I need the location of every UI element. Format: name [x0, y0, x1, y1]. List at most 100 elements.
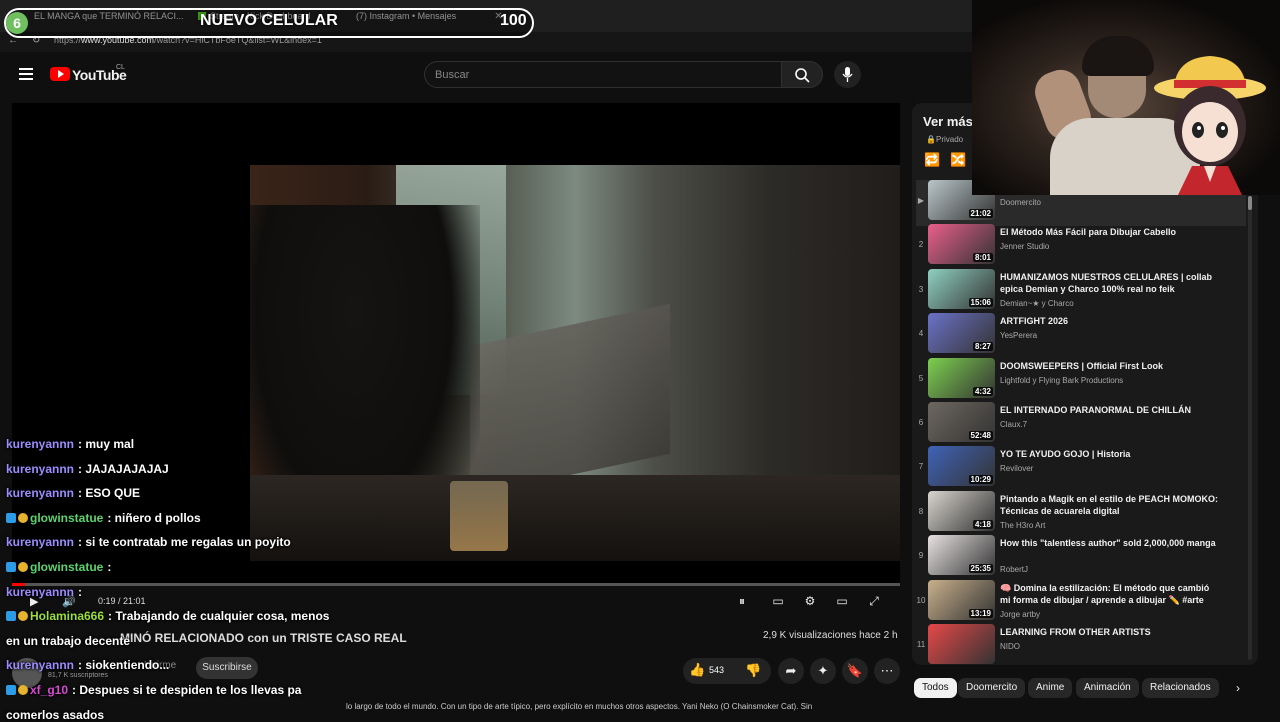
- search-input[interactable]: Buscar: [424, 61, 782, 88]
- playlist-index: 9: [918, 551, 924, 561]
- subscribe-button[interactable]: Suscribirse: [196, 657, 258, 679]
- share-icon[interactable]: ➦: [778, 658, 804, 684]
- vtuber-avatar: [1154, 56, 1266, 195]
- playlist-item-channel: Jorge artby: [1000, 609, 1041, 619]
- chip-0[interactable]: Todos: [914, 678, 957, 698]
- fullscreen-icon[interactable]: ⤢: [866, 594, 882, 608]
- video-time: 0:19 / 21:01: [98, 596, 146, 606]
- playlist-item-title: El Método Más Fácil para Dibujar Cabello: [1000, 227, 1177, 238]
- chat-username: glowinstatue: [30, 560, 104, 574]
- playlist-item[interactable]: 6 52:48 EL INTERNADO PARANORMAL DE CHILLÁN…: [916, 402, 1246, 448]
- search-icon: [795, 68, 810, 83]
- playlist-item-title: EL INTERNADO PARANORMAL DE CHILLÁN: [1000, 405, 1191, 415]
- chevron-right-icon[interactable]: ›: [1236, 681, 1240, 695]
- playlist-item-channel: YesPerera: [1000, 331, 1038, 341]
- playlist-item[interactable]: 10 13:19 🧠 Domina la estilización: El méto…: [916, 579, 1246, 626]
- chat-badge-icon: [6, 611, 16, 622]
- chat-text: :: [107, 560, 112, 574]
- playlist-item[interactable]: 3 15:06 HUMANIZAMOS NUESTROS CELULARES | c…: [916, 268, 1246, 315]
- video-duration: 10:29: [968, 475, 993, 485]
- chat-badge-icon: [18, 512, 28, 523]
- chat-badge-icon: [6, 562, 16, 572]
- like-icon[interactable]: 👍: [689, 662, 705, 678]
- chat-message: xf_g10: Despues si te despiden te los ll…: [6, 683, 301, 697]
- playlist-index: 4: [918, 329, 924, 339]
- goal-left-number: 6: [6, 12, 28, 34]
- playlist-item[interactable]: 9 25:35 How this "talentless author" sold …: [916, 535, 1246, 581]
- shuffle-icon[interactable]: 🔀: [950, 152, 966, 168]
- chip-3[interactable]: Animación: [1076, 678, 1139, 698]
- goal-right-number: 100: [500, 12, 527, 29]
- search-button[interactable]: [781, 61, 823, 88]
- chip-4[interactable]: Relacionados: [1142, 678, 1219, 698]
- voice-search-button[interactable]: [834, 61, 861, 88]
- playlist-item[interactable]: 11 LEARNING FROM OTHER ARTISTS NIDO: [916, 624, 1246, 670]
- video-duration: 21:02: [968, 209, 993, 218]
- playlist-item-channel: RobertJ: [1000, 565, 1029, 575]
- playlist-header: Ver más: [923, 114, 973, 129]
- sparkle-icon[interactable]: ✦: [810, 658, 836, 684]
- chat-username: kurenyannn: [6, 658, 75, 673]
- playlist-privacy: Privado: [936, 135, 964, 144]
- chat-message: kurenyannn:: [6, 585, 82, 599]
- playlist-index: ▶: [917, 196, 925, 205]
- chat-message: kurenyannn: siokentiendo...: [6, 658, 169, 672]
- chat-text: : Despues si te despiden te los llevas p…: [72, 683, 302, 697]
- playlist-item-title: Pintando a Magik en el estilo de PEACH M…: [1000, 493, 1219, 516]
- playlist-item[interactable]: 8 4:18 Pintando a Magik en el estilo de PE…: [916, 490, 1246, 537]
- theater-mode-icon[interactable]: ▭: [834, 594, 850, 608]
- playlist-item-title: DOOMSWEEPERS | Official First Look: [1000, 360, 1164, 371]
- chat-badge-icon: [6, 685, 16, 695]
- playlist-item-title: How this "talentless author" sold 2,000,…: [1000, 538, 1216, 549]
- like-count: 543: [709, 665, 725, 675]
- lock-icon: 🔒: [926, 135, 936, 144]
- playlist-item-channel: Lightfold y Flying Bark Productions: [1000, 375, 1124, 385]
- playlist-item-channel: The H3ro Art: [1000, 520, 1046, 530]
- playlist-thumbnail: 25:35: [928, 535, 995, 576]
- playlist-item-channel: Claux.7: [1000, 420, 1028, 429]
- video-duration: 15:06: [968, 297, 993, 307]
- playlist-thumbnail: 4:32: [928, 357, 995, 398]
- playlist-item[interactable]: 4 8:27 ARTFIGHT 2026 YesPerera: [916, 313, 1246, 359]
- video-glass: [450, 481, 508, 551]
- chat-username: glowinstatue: [30, 510, 104, 525]
- chat-badge-icon: [18, 611, 28, 622]
- playlist-thumbnail: 8:27: [928, 313, 995, 354]
- playlist-item[interactable]: 5 4:32 DOOMSWEEPERS | Official First Look L…: [916, 357, 1246, 404]
- video-progress-bar[interactable]: [12, 583, 900, 586]
- playlist-thumbnail: 4:18: [928, 490, 995, 531]
- video-duration: 25:35: [968, 564, 993, 574]
- chip-2[interactable]: Anime: [1028, 678, 1073, 698]
- chat-text: :: [78, 584, 83, 599]
- save-bookmark-icon[interactable]: 🔖: [842, 658, 868, 684]
- video-description: lo largo de todo el mundo. Con un tipo d…: [346, 702, 813, 711]
- loop-icon[interactable]: 🔁: [924, 152, 940, 168]
- video-duration: 4:32: [972, 386, 993, 396]
- playlist-index: 5: [918, 373, 924, 383]
- playlist-scrollbar[interactable]: [1248, 196, 1252, 660]
- video-duration: 52:48: [968, 431, 993, 440]
- subtitles-icon[interactable]: ▭: [770, 594, 786, 608]
- dislike-icon[interactable]: 👍: [745, 662, 761, 678]
- playlist-item-channel: Revilover: [1000, 464, 1034, 474]
- autoplay-toggle-icon[interactable]: ⏸: [734, 594, 750, 608]
- chat-text: : muy mal: [78, 437, 135, 451]
- chat-text: comerlos asados: [6, 707, 105, 722]
- playlist-item-channel: NIDO: [1000, 642, 1020, 651]
- chat-message: Holamina666: Trabajando de cualquier cos…: [6, 609, 329, 623]
- settings-gear-icon[interactable]: ⚙: [802, 594, 818, 608]
- playlist-item[interactable]: 7 10:29 YO TE AYUDO GOJO | Historia Revilov…: [916, 446, 1246, 492]
- playlist-thumbnail: 52:48: [928, 402, 995, 442]
- chat-username: kurenyannn: [6, 584, 75, 599]
- chat-username: Holamina666: [30, 609, 105, 624]
- playlist-item[interactable]: 2 8:01 El Método Más Fácil para Dibujar Ca…: [916, 224, 1246, 270]
- playlist-thumbnail: 15:06: [928, 268, 995, 309]
- youtube-logo-icon[interactable]: [50, 67, 70, 81]
- more-options-icon[interactable]: ⋯: [874, 658, 900, 684]
- chip-1[interactable]: Doomercito: [958, 678, 1026, 698]
- chat-text: : ESO QUE: [78, 486, 141, 501]
- chat-badge-icon: [6, 512, 16, 523]
- playlist-index: 2: [918, 240, 924, 250]
- menu-icon[interactable]: [19, 68, 33, 80]
- chat-message: kurenyannn: JAJAJAJAJAJ: [6, 462, 169, 476]
